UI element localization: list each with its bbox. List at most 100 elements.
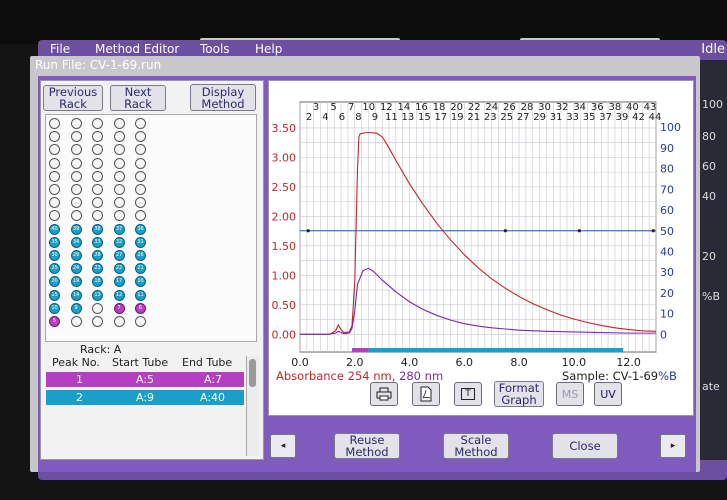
tube[interactable] — [113, 118, 125, 129]
tube[interactable] — [70, 118, 82, 129]
ms-button[interactable]: MS — [556, 382, 584, 406]
tube[interactable]: 7 — [113, 302, 125, 314]
reuse-method-button[interactable]: Reuse Method — [334, 433, 400, 459]
strip-label: 80 — [702, 130, 716, 143]
tube[interactable]: 19 — [70, 276, 82, 288]
tube[interactable]: 29 — [70, 250, 82, 261]
chart-panel — [268, 80, 694, 416]
tube[interactable] — [113, 316, 125, 327]
tube[interactable] — [49, 184, 60, 195]
tube[interactable] — [135, 184, 146, 195]
tube[interactable] — [70, 184, 82, 195]
menu-help[interactable]: Help — [255, 42, 282, 56]
tube[interactable]: 34 — [70, 236, 82, 248]
tube[interactable] — [113, 210, 125, 222]
tube[interactable]: 35 — [49, 236, 60, 248]
menu-file[interactable]: File — [50, 42, 70, 56]
tube[interactable]: 27 — [113, 250, 125, 261]
tube[interactable] — [135, 118, 146, 129]
tube[interactable] — [92, 302, 103, 314]
tube[interactable] — [92, 157, 103, 169]
tube[interactable] — [70, 316, 82, 327]
strip-label: 40 — [702, 190, 716, 203]
tube[interactable] — [113, 197, 125, 209]
tube[interactable] — [70, 170, 82, 182]
pdf-export-button[interactable] — [412, 382, 440, 406]
pdf-icon — [420, 386, 432, 402]
tube[interactable]: 10 — [49, 302, 60, 314]
start-tube-header: Start Tube — [112, 356, 169, 369]
tube[interactable]: 9 — [70, 302, 82, 314]
tube[interactable] — [70, 144, 82, 156]
tube[interactable] — [113, 157, 125, 169]
tube[interactable] — [49, 157, 60, 169]
dialog-title: Run File: CV-1-69.run — [35, 58, 162, 72]
tube[interactable]: 39 — [70, 223, 82, 235]
tube[interactable]: 5 — [49, 316, 60, 327]
next-arrow-button[interactable]: ▸ — [660, 434, 686, 458]
tube[interactable] — [70, 210, 82, 222]
peak-table-scrollbar[interactable] — [246, 356, 259, 456]
prev-arrow-button[interactable]: ◂ — [270, 434, 296, 458]
peak-no-header: Peak No. — [52, 356, 100, 369]
start-tube: A:9 — [136, 391, 155, 404]
tube[interactable] — [49, 118, 60, 129]
printer-icon — [376, 387, 392, 401]
tube[interactable]: 28 — [92, 250, 103, 261]
tube[interactable]: 14 — [70, 289, 82, 301]
end-tube: A:7 — [204, 373, 223, 386]
tube[interactable]: 13 — [92, 289, 103, 301]
tube[interactable]: 6 — [135, 302, 146, 314]
format-graph-button[interactable]: Format Graph — [494, 381, 544, 407]
tube[interactable]: 32 — [113, 236, 125, 248]
close-button[interactable]: Close — [552, 433, 618, 459]
tube[interactable]: 36 — [135, 223, 146, 235]
scale-method-button[interactable]: Scale Method — [443, 433, 509, 459]
tube[interactable] — [92, 170, 103, 182]
tube[interactable]: 22 — [113, 263, 125, 275]
tube[interactable] — [70, 131, 82, 143]
tube[interactable] — [70, 197, 82, 209]
tube[interactable] — [113, 170, 125, 182]
tube[interactable]: 12 — [113, 289, 125, 301]
end-tube-header: End Tube — [182, 356, 233, 369]
tube[interactable] — [92, 118, 103, 129]
text-annotation-button[interactable]: T — [454, 382, 482, 406]
tube[interactable] — [135, 157, 146, 169]
peak-row[interactable]: 2 A:9 A:40 — [46, 390, 244, 405]
tube[interactable] — [113, 131, 125, 143]
tube[interactable] — [49, 170, 60, 182]
tube[interactable]: 15 — [49, 289, 60, 301]
tube[interactable]: 31 — [135, 236, 146, 248]
scrollbar-thumb[interactable] — [249, 359, 256, 387]
menu-method-editor[interactable]: Method Editor — [95, 42, 179, 56]
tube[interactable]: 40 — [49, 223, 60, 235]
strip-label: 100 — [702, 98, 723, 111]
print-button[interactable] — [370, 382, 398, 406]
tube[interactable] — [70, 157, 82, 169]
tube[interactable] — [113, 144, 125, 156]
tube[interactable]: 38 — [92, 223, 103, 235]
tube[interactable]: 37 — [113, 223, 125, 235]
strip-label: ate — [702, 380, 720, 393]
end-tube: A:40 — [200, 391, 226, 404]
peak-no: 1 — [76, 373, 83, 386]
menu-tools[interactable]: Tools — [200, 42, 230, 56]
uv-button[interactable]: UV — [594, 382, 622, 406]
tube[interactable] — [113, 184, 125, 195]
display-method-button[interactable]: Display Method — [190, 84, 256, 111]
tube[interactable]: 17 — [113, 276, 125, 288]
tube[interactable] — [92, 184, 103, 195]
tube[interactable] — [135, 170, 146, 182]
previous-rack-button[interactable]: Previous Rack — [43, 85, 103, 111]
tube[interactable]: 11 — [135, 289, 146, 301]
tube[interactable]: 30 — [49, 250, 60, 261]
peak-row[interactable]: 1 A:5 A:7 — [46, 372, 244, 387]
tube[interactable] — [135, 316, 146, 327]
tube[interactable]: 24 — [70, 263, 82, 275]
tube[interactable]: 33 — [92, 236, 103, 248]
peak-no: 2 — [76, 391, 83, 404]
tube[interactable]: 26 — [135, 250, 146, 261]
tube[interactable] — [92, 316, 103, 327]
next-rack-button[interactable]: Next Rack — [110, 85, 166, 111]
